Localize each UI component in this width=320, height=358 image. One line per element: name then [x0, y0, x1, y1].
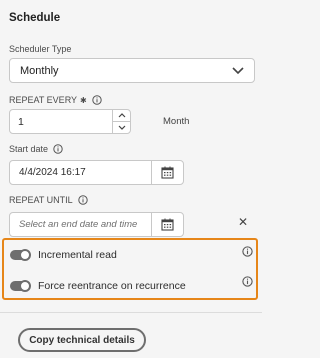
section-title: Schedule	[9, 12, 61, 24]
repeat-every-unit: Month	[163, 116, 190, 127]
divider	[0, 312, 262, 313]
increment-button[interactable]	[113, 110, 130, 121]
repeat-until-placeholder[interactable]: Select an end date and time	[10, 213, 151, 236]
scheduler-type-label-text: Scheduler Type	[9, 44, 72, 54]
scheduler-type-label: Scheduler Type	[9, 44, 71, 54]
scheduler-type-value: Monthly	[20, 64, 59, 77]
force-reentrance-row: Force reentrance on recurrence	[10, 280, 186, 292]
incremental-read-label: Incremental read	[38, 249, 117, 261]
repeat-until-label-text: REPEAT UNTIL	[9, 195, 73, 205]
decrement-button[interactable]	[113, 121, 130, 133]
chevron-up-icon	[118, 113, 125, 118]
start-date-label: Start date	[9, 144, 63, 154]
repeat-until-calendar-button[interactable]	[151, 213, 183, 236]
force-reentrance-toggle[interactable]	[10, 280, 31, 292]
calendar-icon	[161, 218, 174, 231]
info-icon[interactable]	[242, 276, 253, 287]
force-reentrance-label: Force reentrance on recurrence	[38, 280, 186, 292]
repeat-until-label: REPEAT UNTIL	[9, 195, 88, 205]
info-icon[interactable]	[92, 95, 102, 105]
start-date-calendar-button[interactable]	[151, 161, 183, 184]
close-icon[interactable]: ✕	[238, 215, 248, 229]
chevron-down-icon	[232, 66, 244, 74]
repeat-until-field[interactable]: Select an end date and time	[9, 212, 184, 237]
start-date-value[interactable]: 4/4/2024 16:17	[10, 161, 151, 184]
start-date-label-text: Start date	[9, 144, 49, 154]
repeat-every-value[interactable]: 1	[10, 110, 112, 133]
calendar-icon	[161, 166, 174, 179]
repeat-every-stepper[interactable]: 1	[9, 109, 131, 134]
incremental-read-toggle[interactable]	[10, 249, 31, 261]
copy-technical-details-button[interactable]: Copy technical details	[18, 328, 146, 352]
info-icon[interactable]	[77, 195, 88, 205]
incremental-read-row: Incremental read	[10, 249, 117, 261]
scheduler-type-select[interactable]: Monthly	[9, 58, 255, 83]
start-date-field[interactable]: 4/4/2024 16:17	[9, 160, 184, 185]
repeat-every-label: REPEAT EVERY ✱	[9, 95, 102, 105]
required-marker: ✱	[80, 95, 87, 105]
repeat-every-label-text: REPEAT EVERY	[9, 95, 78, 105]
info-icon[interactable]	[242, 246, 253, 257]
info-icon[interactable]	[53, 144, 63, 154]
chevron-down-icon	[118, 125, 125, 130]
